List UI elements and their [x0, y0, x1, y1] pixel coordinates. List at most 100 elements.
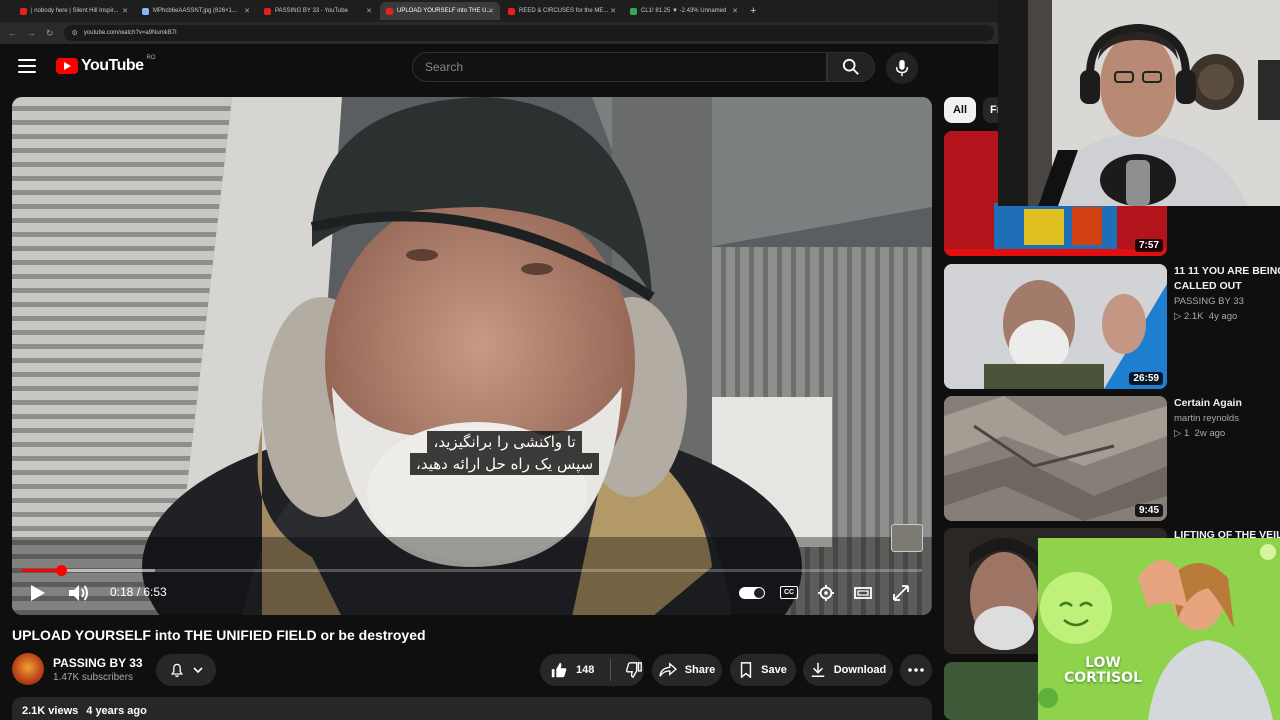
tab-title: PASSING BY 33 - YouTube	[275, 8, 348, 14]
browser-tab[interactable]: PASSING BY 33 - YouTube ✕	[258, 2, 378, 20]
video-player[interactable]: تا واکنشی را برانگیزید، سپس یک راه حل ار…	[12, 97, 932, 615]
tab-title: REED & CIRCUSES for the ME...	[519, 8, 609, 14]
logo-country-code: RO	[146, 55, 156, 61]
related-views: 1	[1183, 428, 1190, 439]
related-meta: ▷ 2.1K 4y ago	[1174, 311, 1280, 322]
search-input[interactable]: Search	[412, 52, 827, 82]
image-favicon-icon	[142, 7, 149, 15]
thumbnail-image	[944, 264, 1167, 389]
youtube-favicon-icon	[386, 7, 393, 15]
related-channel[interactable]: martin reynolds	[1174, 413, 1280, 424]
subtitles-button[interactable]: CC	[780, 586, 798, 599]
thumbs-up-icon[interactable]	[550, 661, 568, 679]
url-text: youtube.com/watch?v=a9NumkB7I	[83, 30, 177, 36]
browser-tab[interactable]: | nobody here | Silent Hill Inspir... ✕	[14, 2, 134, 20]
like-dislike-group: 148	[540, 654, 644, 686]
related-thumbnail[interactable]: 9:45	[944, 396, 1167, 521]
fullscreen-icon[interactable]	[891, 581, 911, 605]
notification-bell-button[interactable]	[156, 654, 216, 686]
ad-overlay[interactable]: LOW CORTISOL	[1038, 538, 1280, 720]
ad-text-line: LOW	[1085, 655, 1121, 671]
like-count[interactable]: 148	[576, 664, 594, 676]
download-label: Download	[833, 664, 887, 676]
close-tab-icon[interactable]: ✕	[488, 7, 494, 15]
voice-search-button[interactable]	[886, 52, 918, 84]
save-label: Save	[761, 664, 787, 676]
thumbs-down-icon[interactable]	[625, 661, 643, 679]
like-divider	[610, 659, 612, 681]
chip-all[interactable]: All	[944, 97, 976, 123]
theater-mode-icon[interactable]	[853, 581, 873, 605]
view-count: 2.1K views	[22, 705, 79, 717]
youtube-logo[interactable]: YouTube RO	[56, 55, 156, 75]
related-title[interactable]: 11 11 YOU ARE BEING	[1174, 264, 1280, 279]
settings-gear-icon[interactable]	[817, 581, 835, 605]
share-label: Share	[684, 664, 716, 676]
close-tab-icon[interactable]: ✕	[366, 7, 372, 15]
search-button[interactable]	[827, 52, 875, 82]
upload-age: 4 years ago	[86, 705, 147, 717]
channel-watermark[interactable]	[891, 524, 923, 552]
download-button[interactable]: Download	[803, 654, 893, 686]
play-icon[interactable]	[28, 581, 48, 605]
ad-text: LOW CORTISOL	[1064, 656, 1142, 686]
related-age: 2w ago	[1194, 428, 1226, 439]
channel-avatar[interactable]	[12, 653, 44, 685]
close-tab-icon[interactable]: ✕	[244, 7, 250, 15]
related-info[interactable]: Certain Again martin reynolds ▷ 1 2w ago	[1174, 396, 1280, 439]
reload-icon[interactable]: ↻	[46, 28, 54, 39]
screen: | nobody here | Silent Hill Inspir... ✕ M…	[0, 0, 1280, 720]
search-placeholder: Search	[425, 60, 464, 74]
related-views: 2.1K	[1183, 311, 1204, 322]
progress-bar[interactable]	[22, 565, 922, 576]
bookmark-icon	[740, 662, 752, 678]
related-info[interactable]: 11 11 YOU ARE BEING CALLED OUT PASSING B…	[1174, 264, 1280, 322]
menu-icon[interactable]	[18, 59, 36, 73]
related-title[interactable]: Certain Again	[1174, 396, 1280, 411]
browser-tab[interactable]: REED & CIRCUSES for the ME... ✕	[502, 2, 622, 20]
download-icon	[811, 662, 824, 677]
video-title: UPLOAD YOURSELF into THE UNIFIED FIELD o…	[12, 627, 426, 643]
autoplay-toggle[interactable]	[739, 587, 765, 599]
ad-text-line: CORTISOL	[1064, 670, 1142, 686]
caption-overlay: تا واکنشی را برانگیزید، سپس یک راه حل ار…	[410, 431, 600, 475]
webcam-image	[998, 0, 1280, 206]
tab-title: CL1! 81.25 ▼ -2.43% Unnamed	[641, 8, 727, 14]
video-frame-image	[12, 97, 932, 615]
forward-arrow-icon[interactable]: →	[27, 28, 36, 38]
play-count-icon: ▷	[1174, 428, 1182, 439]
webcam-overlay	[998, 0, 1280, 206]
share-icon	[659, 662, 677, 677]
duration-badge: 9:45	[1134, 504, 1163, 517]
tab-title: UPLOAD YOURSELF into THE U...	[397, 8, 492, 14]
browser-tab-active[interactable]: UPLOAD YOURSELF into THE U... ✕	[380, 2, 500, 20]
more-actions-button[interactable]	[900, 654, 932, 686]
description-box[interactable]: 2.1K views 4 years ago	[12, 697, 932, 720]
close-tab-icon[interactable]: ✕	[122, 7, 128, 15]
youtube-favicon-icon	[264, 7, 271, 15]
related-channel[interactable]: PASSING BY 33	[1174, 296, 1280, 307]
search-icon	[842, 58, 859, 75]
play-count-icon: ▷	[1174, 311, 1182, 322]
share-button[interactable]: Share	[652, 654, 722, 686]
address-bar[interactable]: ⚙ youtube.com/watch?v=a9NumkB7I	[63, 25, 994, 41]
save-button[interactable]: Save	[730, 654, 796, 686]
subscriber-count: 1.47K subscribers	[53, 672, 134, 683]
tab-title: | nobody here | Silent Hill Inspir...	[31, 8, 119, 14]
chevron-down-icon	[193, 667, 203, 674]
close-tab-icon[interactable]: ✕	[610, 7, 616, 15]
browser-tab[interactable]: CL1! 81.25 ▼ -2.43% Unnamed ✕	[624, 2, 744, 20]
thumbnail-image	[944, 396, 1167, 521]
site-info-icon[interactable]: ⚙	[72, 29, 78, 37]
youtube-favicon-icon	[508, 7, 515, 15]
new-tab-icon[interactable]: +	[750, 5, 756, 17]
volume-icon[interactable]	[66, 581, 90, 605]
close-tab-icon[interactable]: ✕	[732, 7, 738, 15]
browser-tab-strip: | nobody here | Silent Hill Inspir... ✕ M…	[0, 0, 1000, 22]
browser-tab[interactable]: MPhcb6eAASSNT.jpg (826×1... ✕	[136, 2, 256, 20]
related-thumbnail[interactable]: 26:59	[944, 264, 1167, 389]
related-title-line2[interactable]: CALLED OUT	[1174, 279, 1280, 294]
channel-name[interactable]: PASSING BY 33	[53, 656, 143, 670]
back-arrow-icon[interactable]: ←	[8, 28, 17, 38]
more-horizontal-icon	[908, 668, 924, 672]
